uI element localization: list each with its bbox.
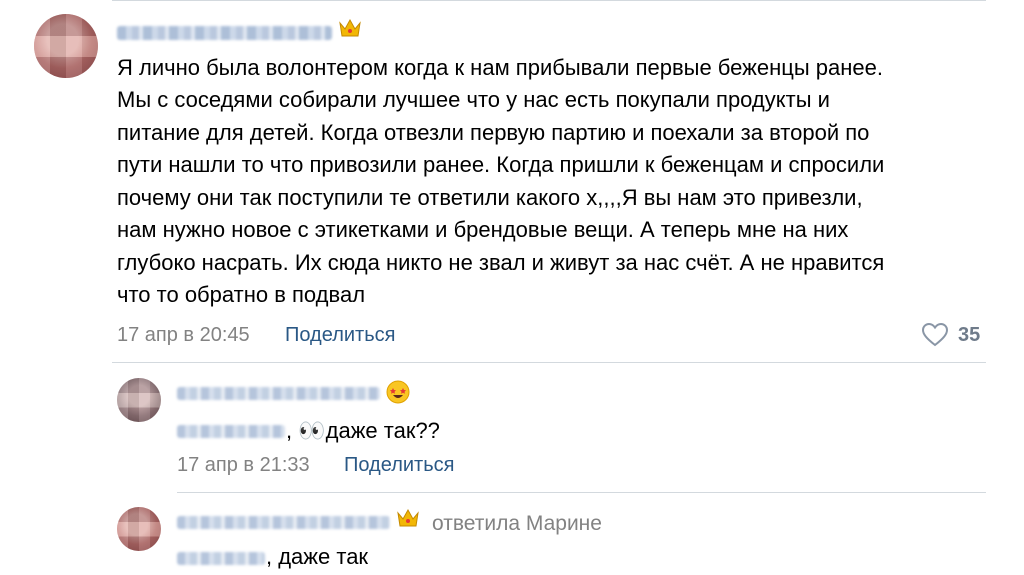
avatar[interactable] [34,14,98,78]
reply-text: , даже так [266,544,369,569]
avatar[interactable] [117,507,161,551]
comment-line: Я лично была волонтером когда к нам приб… [117,55,883,80]
share-link[interactable]: Поделиться [344,453,454,477]
comment-line: глубоко насрать. Их сюда никто не звал и… [117,250,885,275]
comment-line: пути нашли то что привозили ранее. Когда… [117,152,885,177]
divider [177,492,986,493]
author-name[interactable] [177,387,380,400]
crown-icon [338,17,362,43]
author-name[interactable] [177,516,390,529]
author-name[interactable] [117,26,332,40]
divider [112,362,986,363]
comment-line: нам нужно новое с этикетками и брендовые… [117,217,849,242]
comment-line: Мы с соседями собирали лучшее что у нас … [117,87,830,112]
reply-date[interactable]: 17 апр в 21:33 [177,453,310,477]
likes-count[interactable]: 35 [958,323,980,347]
share-link[interactable]: Поделиться [285,323,395,347]
top-divider [112,0,986,1]
mention-name[interactable] [177,552,265,565]
comment-line: питание для детей. Когда отвезли первую … [117,120,870,145]
avatar[interactable] [117,378,161,422]
reply-text: , 👀даже так?? [286,418,440,443]
replied-to[interactable]: ответила Марине [432,512,602,536]
starstruck-emoji-icon [386,380,410,404]
comment-line: что то обратно в подвал [117,282,366,307]
heart-icon[interactable] [921,322,949,348]
comment-line: почему они так поступили те ответили как… [117,185,863,210]
crown-icon [396,507,420,533]
mention-name[interactable] [177,425,285,438]
comment-date[interactable]: 17 апр в 20:45 [117,323,250,347]
